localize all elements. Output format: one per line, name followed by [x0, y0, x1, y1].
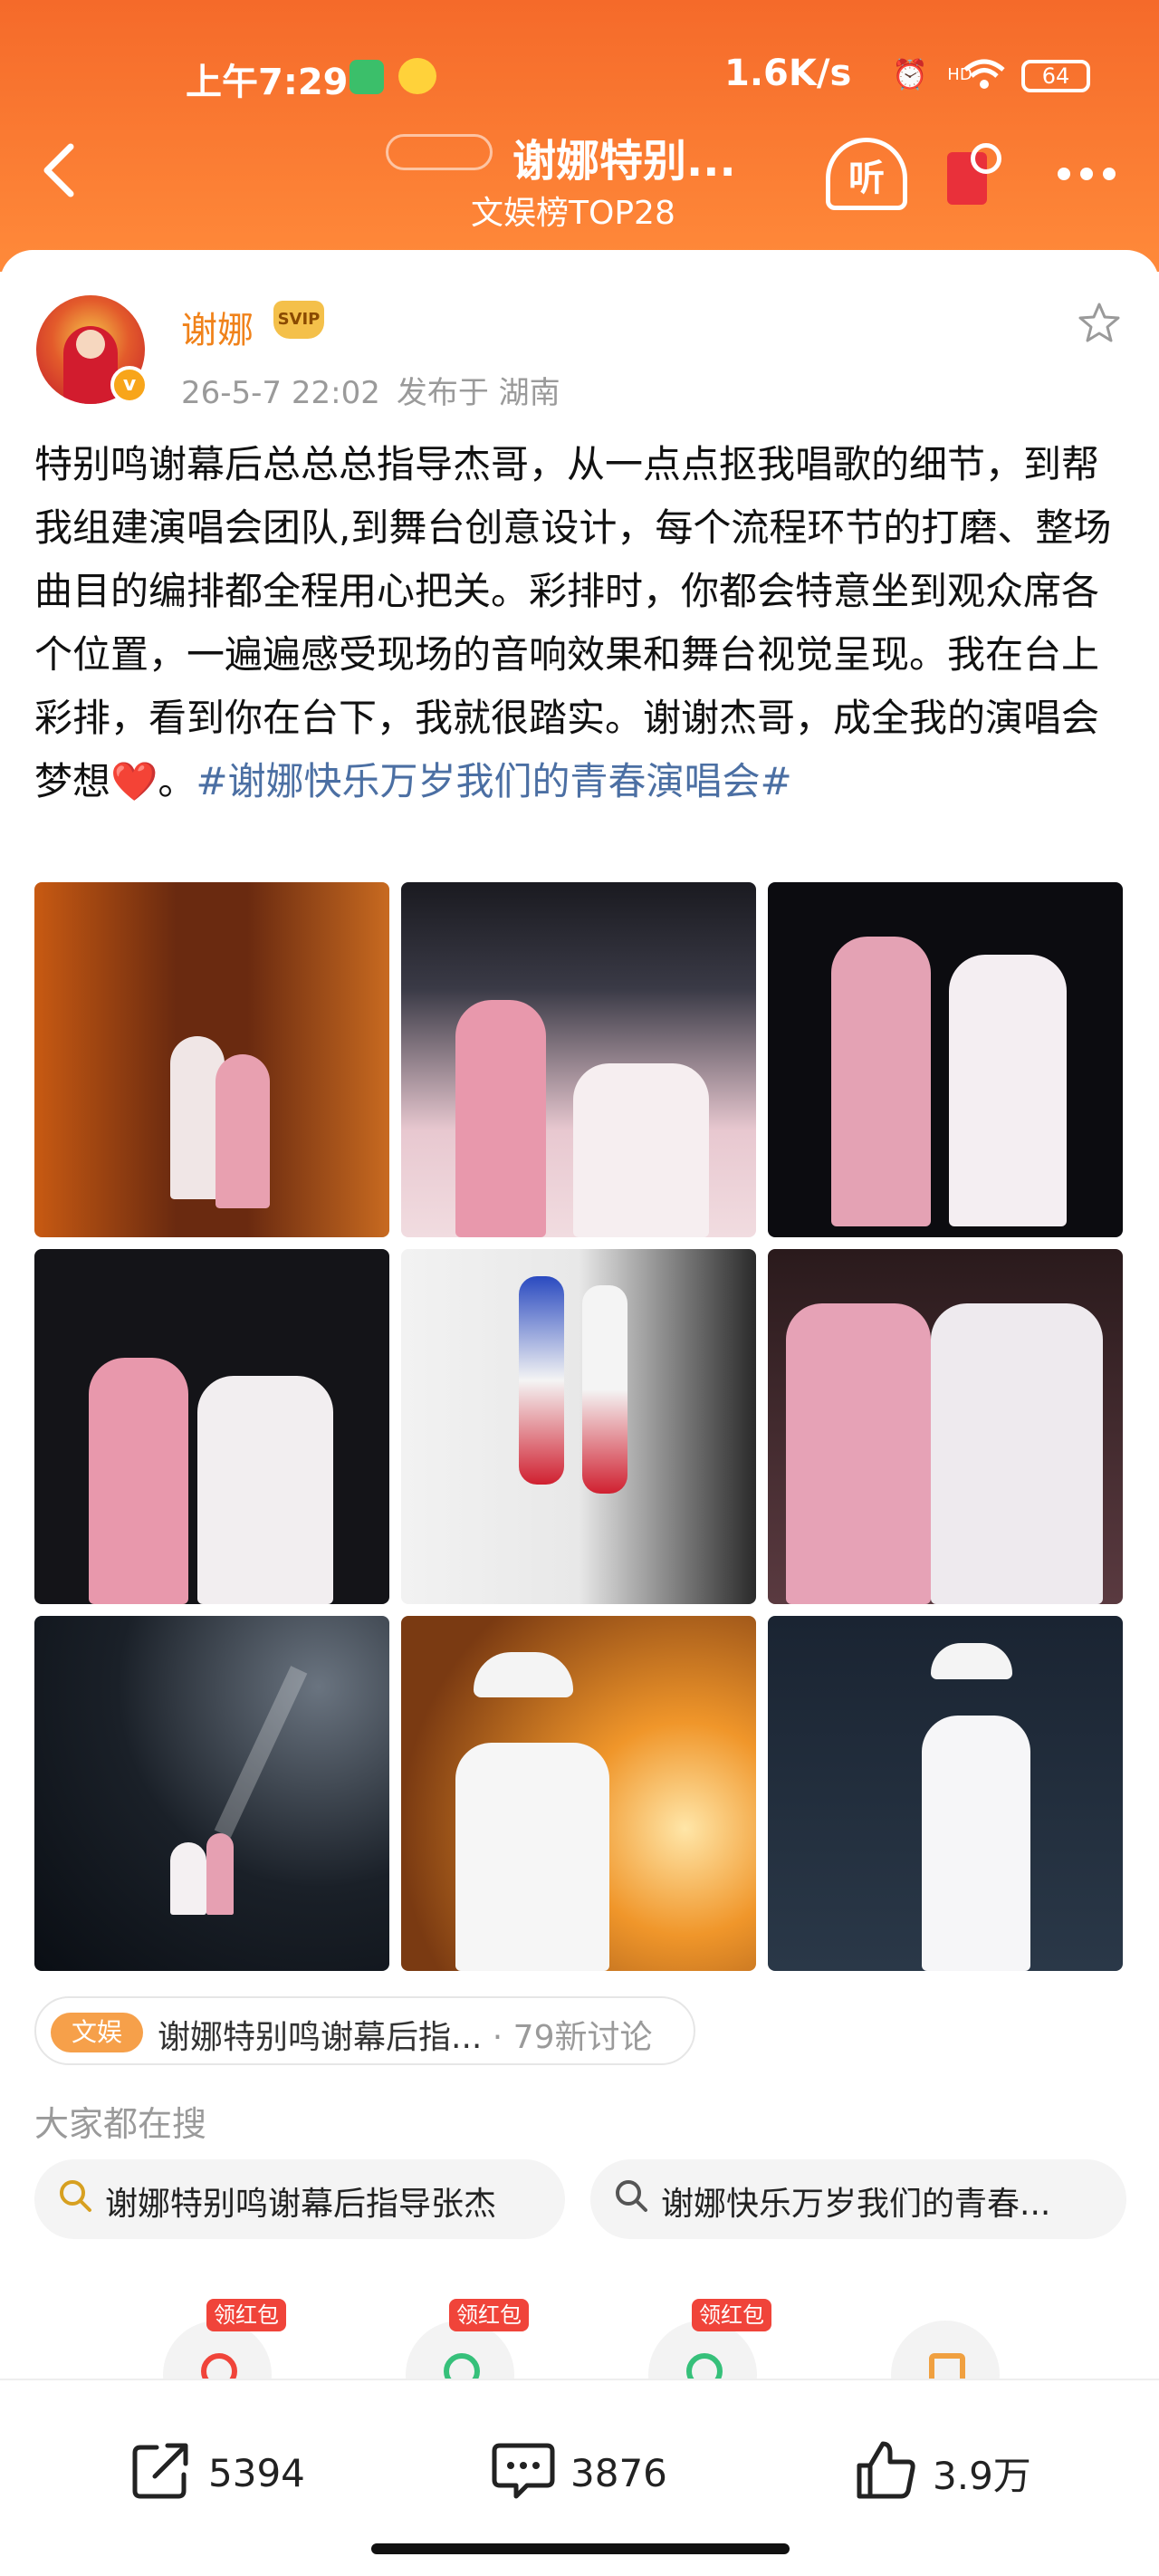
red-packet-tag: 领红包: [692, 2299, 771, 2331]
photo-figure: [786, 1303, 931, 1604]
like-count: 3.9万: [933, 2453, 1031, 2498]
photo-figure: [949, 955, 1067, 1226]
wifi-icon: [960, 56, 1009, 92]
topic-text: 谢娜特别鸣谢幕后指... · 79新讨论: [158, 2011, 653, 2058]
avatar-face: [76, 330, 105, 359]
magnifier-icon: [971, 143, 1001, 174]
photo-grid: [34, 882, 1124, 1971]
hashtag-link[interactable]: #谢娜快乐万岁我们的青春演唱会#: [196, 759, 791, 803]
comment-icon: [489, 2438, 558, 2507]
photo-3[interactable]: [768, 882, 1123, 1237]
page-title: 谢娜特别...: [512, 136, 736, 187]
photo-figure: [922, 1716, 1030, 1971]
title-bubble-icon: [386, 134, 493, 170]
red-packet-tag: 领红包: [449, 2299, 529, 2331]
status-bar: 上午7:29 1.6K/s ⏰ HD 64: [0, 47, 1159, 105]
star-icon: [1078, 303, 1120, 342]
heart-emoji: ❤️: [110, 759, 158, 803]
photo-1[interactable]: [34, 882, 389, 1237]
network-speed: 1.6K/s: [724, 53, 852, 94]
topic-chip[interactable]: 文娱 谢娜特别鸣谢幕后指... · 79新讨论: [34, 1996, 695, 2065]
hot-search-icon: [56, 2177, 94, 2216]
share-count: 5394: [208, 2450, 305, 2495]
topic-badge: 文娱: [51, 2013, 143, 2052]
photo-figure: [582, 1285, 627, 1494]
photo-figure: [474, 1652, 573, 1697]
post-card: v 谢娜 SVIP 26-5-7 22:02 发布于 湖南 特别鸣谢幕后总总总指导…: [0, 250, 1159, 2429]
post-punct: 。: [158, 759, 196, 803]
photo-7[interactable]: [34, 1616, 389, 1971]
chevron-left-icon: [43, 143, 74, 197]
author-name[interactable]: 谢娜: [181, 301, 254, 353]
topic-title: 谢娜特别鸣谢幕后指...: [158, 2019, 483, 2056]
photo-figure: [455, 1000, 546, 1237]
photo-figure: [931, 1303, 1103, 1604]
search-suggestion[interactable]: 谢娜特别鸣谢幕后指导张杰: [34, 2159, 565, 2239]
share-button[interactable]: 5394: [127, 2437, 305, 2509]
comment-button[interactable]: 3876: [489, 2437, 667, 2509]
photo-9[interactable]: [768, 1616, 1123, 1971]
post-text: 特别鸣谢幕后总总总指导杰哥，从一点点抠我唱歌的细节，到帮我组建演唱会团队,到舞台…: [34, 433, 1130, 813]
photo-figure: [216, 1054, 270, 1208]
thumbs-up-icon: [851, 2438, 920, 2507]
post-meta: 26-5-7 22:02 发布于 湖南: [181, 368, 560, 412]
app-header: 上午7:29 1.6K/s ⏰ HD 64 谢娜特别... 文娱榜TOP28 听: [0, 0, 1159, 272]
comment-count: 3876: [570, 2450, 667, 2495]
verified-badge-icon: v: [110, 366, 148, 404]
red-packet-search-button[interactable]: [943, 141, 1007, 208]
like-button[interactable]: 3.9万: [851, 2437, 1031, 2509]
share-icon: [127, 2438, 196, 2507]
listen-button[interactable]: 听: [826, 138, 907, 210]
post-body: 特别鸣谢幕后总总总指导杰哥，从一点点抠我唱歌的细节，到帮我组建演唱会团队,到舞台…: [34, 442, 1112, 803]
photo-figure: [197, 1376, 333, 1604]
shield-icon: [350, 60, 384, 94]
listen-label: 听: [848, 158, 885, 199]
photo-figure: [214, 1666, 308, 1838]
photo-6[interactable]: [768, 1249, 1123, 1604]
post-date: 26-5-7 22:02: [181, 375, 380, 411]
photo-figure: [831, 937, 931, 1226]
photo-8[interactable]: [401, 1616, 756, 1971]
photo-4[interactable]: [34, 1249, 389, 1604]
search-suggestion-text: 谢娜特别鸣谢幕后指导张杰: [105, 2186, 497, 2223]
more-options-button[interactable]: [1050, 141, 1123, 205]
back-button[interactable]: [31, 141, 85, 205]
battery-icon: 64: [1021, 60, 1090, 92]
photo-figure: [170, 1842, 206, 1915]
post-location: 发布于 湖南: [396, 375, 560, 411]
photo-figure: [89, 1358, 188, 1604]
photo-5[interactable]: [401, 1249, 756, 1604]
search-heading: 大家都在搜: [34, 2104, 207, 2144]
vip-crown-icon: SVIP: [273, 301, 324, 339]
more-dots-icon: [1058, 168, 1116, 180]
photo-figure: [931, 1643, 1012, 1679]
home-indicator[interactable]: [371, 2543, 790, 2554]
search-suggestion-text: 谢娜快乐万岁我们的青春...: [661, 2186, 1051, 2223]
nav-bar: 谢娜特别... 文娱榜TOP28 听: [0, 118, 1159, 232]
search-suggestion[interactable]: 谢娜快乐万岁我们的青春...: [590, 2159, 1126, 2239]
status-time: 上午7:29: [186, 62, 349, 103]
alarm-icon: ⏰: [892, 57, 928, 91]
weibo-icon: [398, 58, 436, 94]
topic-count: · 79新讨论: [492, 2019, 653, 2056]
ranking-subtitle[interactable]: 文娱榜TOP28: [471, 187, 675, 234]
favorite-button[interactable]: [1074, 301, 1125, 351]
search-icon: [612, 2177, 650, 2216]
photo-figure: [206, 1833, 234, 1915]
photo-figure: [519, 1276, 564, 1485]
photo-figure: [455, 1743, 609, 1971]
red-packet-tag: 领红包: [206, 2299, 286, 2331]
photo-figure: [573, 1063, 709, 1237]
photo-2[interactable]: [401, 882, 756, 1237]
